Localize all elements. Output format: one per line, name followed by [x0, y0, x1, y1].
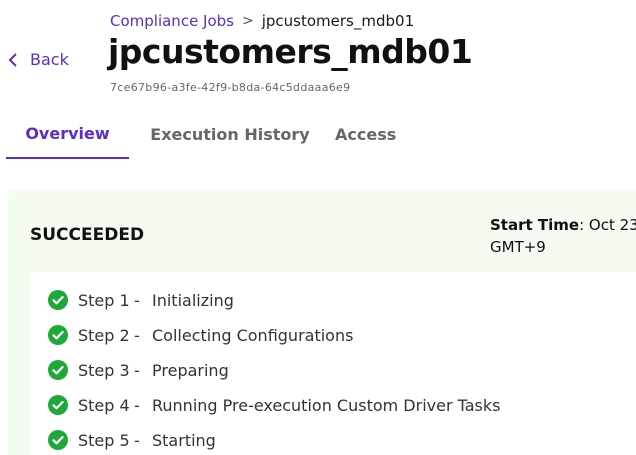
- step-number: Step 4: [78, 395, 130, 415]
- breadcrumb-separator: >: [242, 13, 254, 29]
- check-circle-icon: [48, 325, 68, 345]
- step-separator: -: [134, 430, 140, 450]
- step-item: Step 1 - Initializing: [48, 290, 234, 310]
- status-badge: SUCCEEDED: [30, 225, 145, 245]
- step-name: Preparing: [152, 360, 229, 380]
- page-title: jpcustomers_mdb01: [108, 32, 473, 71]
- start-time-label: Start Time: [490, 216, 580, 234]
- tab-overview[interactable]: Overview: [6, 110, 129, 159]
- start-time: Start Time: Oct 23, GMT+9: [490, 214, 636, 258]
- step-name: Starting: [152, 430, 216, 450]
- step-item: Step 4 - Running Pre-execution Custom Dr…: [48, 395, 500, 415]
- step-name: Running Pre-execution Custom Driver Task…: [152, 395, 501, 415]
- start-time-timezone: GMT+9: [490, 238, 546, 256]
- breadcrumb-current: jpcustomers_mdb01: [261, 12, 415, 30]
- step-separator: -: [134, 360, 140, 380]
- start-time-value: : Oct 23,: [579, 216, 636, 234]
- breadcrumb: Compliance Jobs > jpcustomers_mdb01: [110, 12, 414, 30]
- check-circle-icon: [48, 395, 68, 415]
- tab-access[interactable]: Access: [331, 110, 431, 159]
- step-name: Initializing: [152, 290, 234, 310]
- check-circle-icon: [48, 360, 68, 380]
- job-id: 7ce67b96-a3fe-42f9-b8da-64c5ddaaa6e9: [110, 81, 351, 94]
- check-circle-icon: [48, 430, 68, 450]
- step-item: Step 2 - Collecting Configurations: [48, 325, 353, 345]
- breadcrumb-compliance-jobs[interactable]: Compliance Jobs: [110, 12, 234, 30]
- step-item: Step 3 - Preparing: [48, 360, 229, 380]
- job-detail-page: Back Compliance Jobs > jpcustomers_mdb01…: [0, 0, 636, 455]
- step-number: Step 2: [78, 325, 130, 345]
- tab-execution-history[interactable]: Execution History: [129, 110, 331, 159]
- step-separator: -: [134, 325, 140, 345]
- back-button[interactable]: Back: [8, 50, 69, 69]
- check-circle-icon: [48, 290, 68, 310]
- step-name: Collecting Configurations: [152, 325, 354, 345]
- step-separator: -: [134, 290, 140, 310]
- back-label: Back: [30, 50, 69, 69]
- step-number: Step 5: [78, 430, 130, 450]
- step-number: Step 1: [78, 290, 130, 310]
- tab-bar: Overview Execution History Access: [6, 110, 636, 160]
- step-separator: -: [134, 395, 140, 415]
- step-item: Step 5 - Starting: [48, 430, 216, 450]
- chevron-left-icon: [8, 52, 17, 67]
- step-number: Step 3: [78, 360, 130, 380]
